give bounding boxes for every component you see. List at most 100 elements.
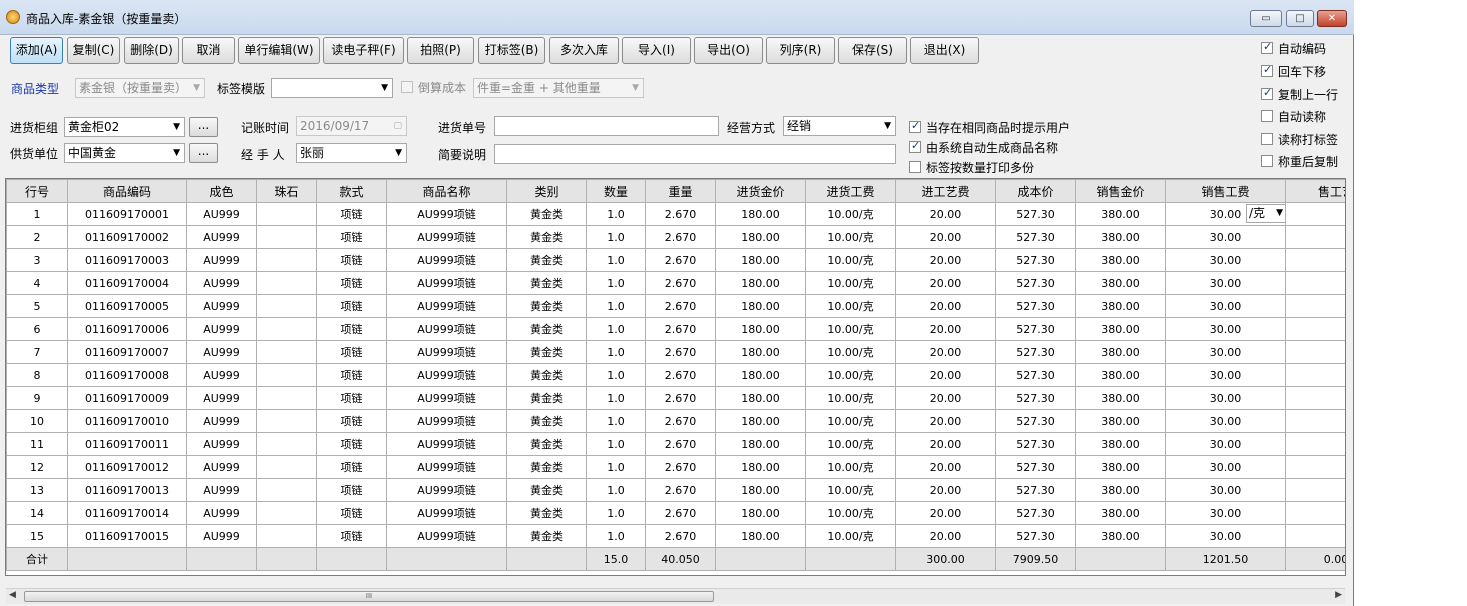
cell-style[interactable]: 项链 xyxy=(316,501,387,525)
copy-previous-row-checkbox[interactable] xyxy=(1261,86,1273,100)
cell-purity[interactable]: AU999 xyxy=(186,455,257,479)
column-header-purchase-craft-fee[interactable]: 进工艺费 xyxy=(895,179,996,203)
table-row[interactable]: 14 011609170014 AU999 项链 AU999项链 黄金类 1.0 2.670 1… xyxy=(6,501,1345,525)
cell-style[interactable]: 项链 xyxy=(316,248,387,272)
import-button[interactable]: 导入(I) xyxy=(622,37,691,64)
cell-sale-labor-fee[interactable]: 30.00 xyxy=(1165,501,1286,525)
column-header-product-name[interactable]: 商品名称 xyxy=(386,179,507,203)
reverse-cost-checkbox[interactable] xyxy=(401,81,413,93)
cell-cost-price[interactable]: 527.30 xyxy=(995,340,1076,364)
column-header-weight[interactable]: 重量 xyxy=(645,179,716,203)
cell-sale-gold-price[interactable]: 380.00 xyxy=(1075,501,1166,525)
cell-product-code[interactable]: 011609170006 xyxy=(67,317,187,341)
column-header-cost-price[interactable]: 成本价 xyxy=(995,179,1076,203)
cell-product-code[interactable]: 011609170014 xyxy=(67,501,187,525)
cell-product-name[interactable]: AU999项链 xyxy=(386,363,507,387)
business-mode-select[interactable]: 经销 ▼ xyxy=(783,116,896,136)
column-order-button[interactable]: 列序(R) xyxy=(766,37,835,64)
cell-purchase-gold-price[interactable]: 180.00 xyxy=(715,501,806,525)
table-row[interactable]: 5 011609170005 AU999 项链 AU999项链 黄金类 1.0 2.670 18… xyxy=(6,294,1345,318)
cell-purity[interactable]: AU999 xyxy=(186,340,257,364)
cell-purchase-gold-price[interactable]: 180.00 xyxy=(715,455,806,479)
maximize-button[interactable]: □ xyxy=(1286,10,1314,27)
cell-stone[interactable] xyxy=(256,455,317,479)
save-button[interactable]: 保存(S) xyxy=(838,37,907,64)
cell-sale-craft-fee[interactable] xyxy=(1285,225,1345,249)
cell-stone[interactable] xyxy=(256,386,317,410)
cell-product-code[interactable]: 011609170008 xyxy=(67,363,187,387)
cell-purchase-gold-price[interactable]: 180.00 xyxy=(715,202,806,226)
cell-purity[interactable]: AU999 xyxy=(186,386,257,410)
copy-after-weigh-checkbox[interactable] xyxy=(1261,155,1273,167)
cell-purchase-craft-fee[interactable]: 20.00 xyxy=(895,271,996,295)
cell-cost-price[interactable]: 527.30 xyxy=(995,271,1076,295)
cell-row-no[interactable]: 15 xyxy=(6,524,68,548)
cell-purchase-gold-price[interactable]: 180.00 xyxy=(715,386,806,410)
cell-purity[interactable]: AU999 xyxy=(186,271,257,295)
cell-purchase-labor-fee[interactable]: 10.00/克 xyxy=(805,432,896,456)
table-row[interactable]: 13 011609170013 AU999 项链 AU999项链 黄金类 1.0 2.670 1… xyxy=(6,478,1345,502)
cell-sale-gold-price[interactable]: 380.00 xyxy=(1075,248,1166,272)
cell-row-no[interactable]: 12 xyxy=(6,455,68,479)
scroll-left-icon[interactable]: ◀ xyxy=(9,590,16,600)
cell-sale-labor-fee[interactable]: 30.00 xyxy=(1165,386,1286,410)
cell-category[interactable]: 黄金类 xyxy=(506,524,587,548)
photo-button[interactable]: 拍照(P) xyxy=(407,37,474,64)
cell-sale-labor-fee[interactable]: 30.00 xyxy=(1165,317,1286,341)
cell-quantity[interactable]: 1.0 xyxy=(586,271,646,295)
cell-product-name[interactable]: AU999项链 xyxy=(386,432,507,456)
column-header-purchase-labor-fee[interactable]: 进货工费 xyxy=(805,179,896,203)
export-button[interactable]: 导出(O) xyxy=(694,37,763,64)
label-template-select[interactable]: ▼ xyxy=(271,78,393,98)
cell-purchase-gold-price[interactable]: 180.00 xyxy=(715,432,806,456)
cell-sale-craft-fee[interactable] xyxy=(1285,455,1345,479)
cell-purchase-craft-fee[interactable]: 20.00 xyxy=(895,225,996,249)
table-row[interactable]: 3 011609170003 AU999 项链 AU999项链 黄金类 1.0 2.670 18… xyxy=(6,248,1345,272)
print-label-button[interactable]: 打标签(B) xyxy=(478,37,545,64)
cell-quantity[interactable]: 1.0 xyxy=(586,294,646,318)
cell-purchase-labor-fee[interactable]: 10.00/克 xyxy=(805,202,896,226)
auto-code-checkbox[interactable] xyxy=(1261,40,1273,54)
cell-sale-gold-price[interactable]: 380.00 xyxy=(1075,340,1166,364)
cell-style[interactable]: 项链 xyxy=(316,409,387,433)
cell-cost-price[interactable]: 527.30 xyxy=(995,294,1076,318)
cell-row-no[interactable]: 2 xyxy=(6,225,68,249)
cell-category[interactable]: 黄金类 xyxy=(506,271,587,295)
cell-sale-craft-fee[interactable] xyxy=(1285,432,1345,456)
exit-button[interactable]: 退出(X) xyxy=(910,37,979,64)
cell-category[interactable]: 黄金类 xyxy=(506,202,587,226)
cell-quantity[interactable]: 1.0 xyxy=(586,432,646,456)
cell-sale-gold-price[interactable]: 380.00 xyxy=(1075,271,1166,295)
cell-style[interactable]: 项链 xyxy=(316,294,387,318)
cell-sale-labor-fee[interactable]: 30.00/克 ▼ xyxy=(1165,202,1286,226)
cell-weight[interactable]: 2.670 xyxy=(645,409,716,433)
cell-sale-labor-fee[interactable]: 30.00 xyxy=(1165,340,1286,364)
cell-weight[interactable]: 2.670 xyxy=(645,524,716,548)
cell-weight[interactable]: 2.670 xyxy=(645,340,716,364)
cell-product-code[interactable]: 011609170002 xyxy=(67,225,187,249)
cell-sale-labor-fee[interactable]: 30.00 xyxy=(1165,271,1286,295)
cell-purchase-craft-fee[interactable]: 20.00 xyxy=(895,455,996,479)
table-row[interactable]: 1 011609170001 AU999 项链 AU999项链 黄金类 1.0 2.670 18… xyxy=(6,202,1345,226)
cell-sale-gold-price[interactable]: 380.00 xyxy=(1075,225,1166,249)
table-row[interactable]: 15 011609170015 AU999 项链 AU999项链 黄金类 1.0 2.670 1… xyxy=(6,524,1345,548)
cell-stone[interactable] xyxy=(256,478,317,502)
cell-quantity[interactable]: 1.0 xyxy=(586,317,646,341)
cell-row-no[interactable]: 4 xyxy=(6,271,68,295)
cell-purchase-labor-fee[interactable]: 10.00/克 xyxy=(805,455,896,479)
cell-purchase-labor-fee[interactable]: 10.00/克 xyxy=(805,294,896,318)
cell-purchase-craft-fee[interactable]: 20.00 xyxy=(895,202,996,226)
cell-style[interactable]: 项链 xyxy=(316,225,387,249)
cell-weight[interactable]: 2.670 xyxy=(645,478,716,502)
cell-style[interactable]: 项链 xyxy=(316,386,387,410)
cell-weight[interactable]: 2.670 xyxy=(645,248,716,272)
cell-weight[interactable]: 2.670 xyxy=(645,225,716,249)
cell-row-no[interactable]: 6 xyxy=(6,317,68,341)
cell-product-name[interactable]: AU999项链 xyxy=(386,455,507,479)
cell-purity[interactable]: AU999 xyxy=(186,432,257,456)
cell-category[interactable]: 黄金类 xyxy=(506,225,587,249)
cell-stone[interactable] xyxy=(256,501,317,525)
cell-product-name[interactable]: AU999项链 xyxy=(386,294,507,318)
cell-purchase-gold-price[interactable]: 180.00 xyxy=(715,317,806,341)
cell-product-name[interactable]: AU999项链 xyxy=(386,225,507,249)
